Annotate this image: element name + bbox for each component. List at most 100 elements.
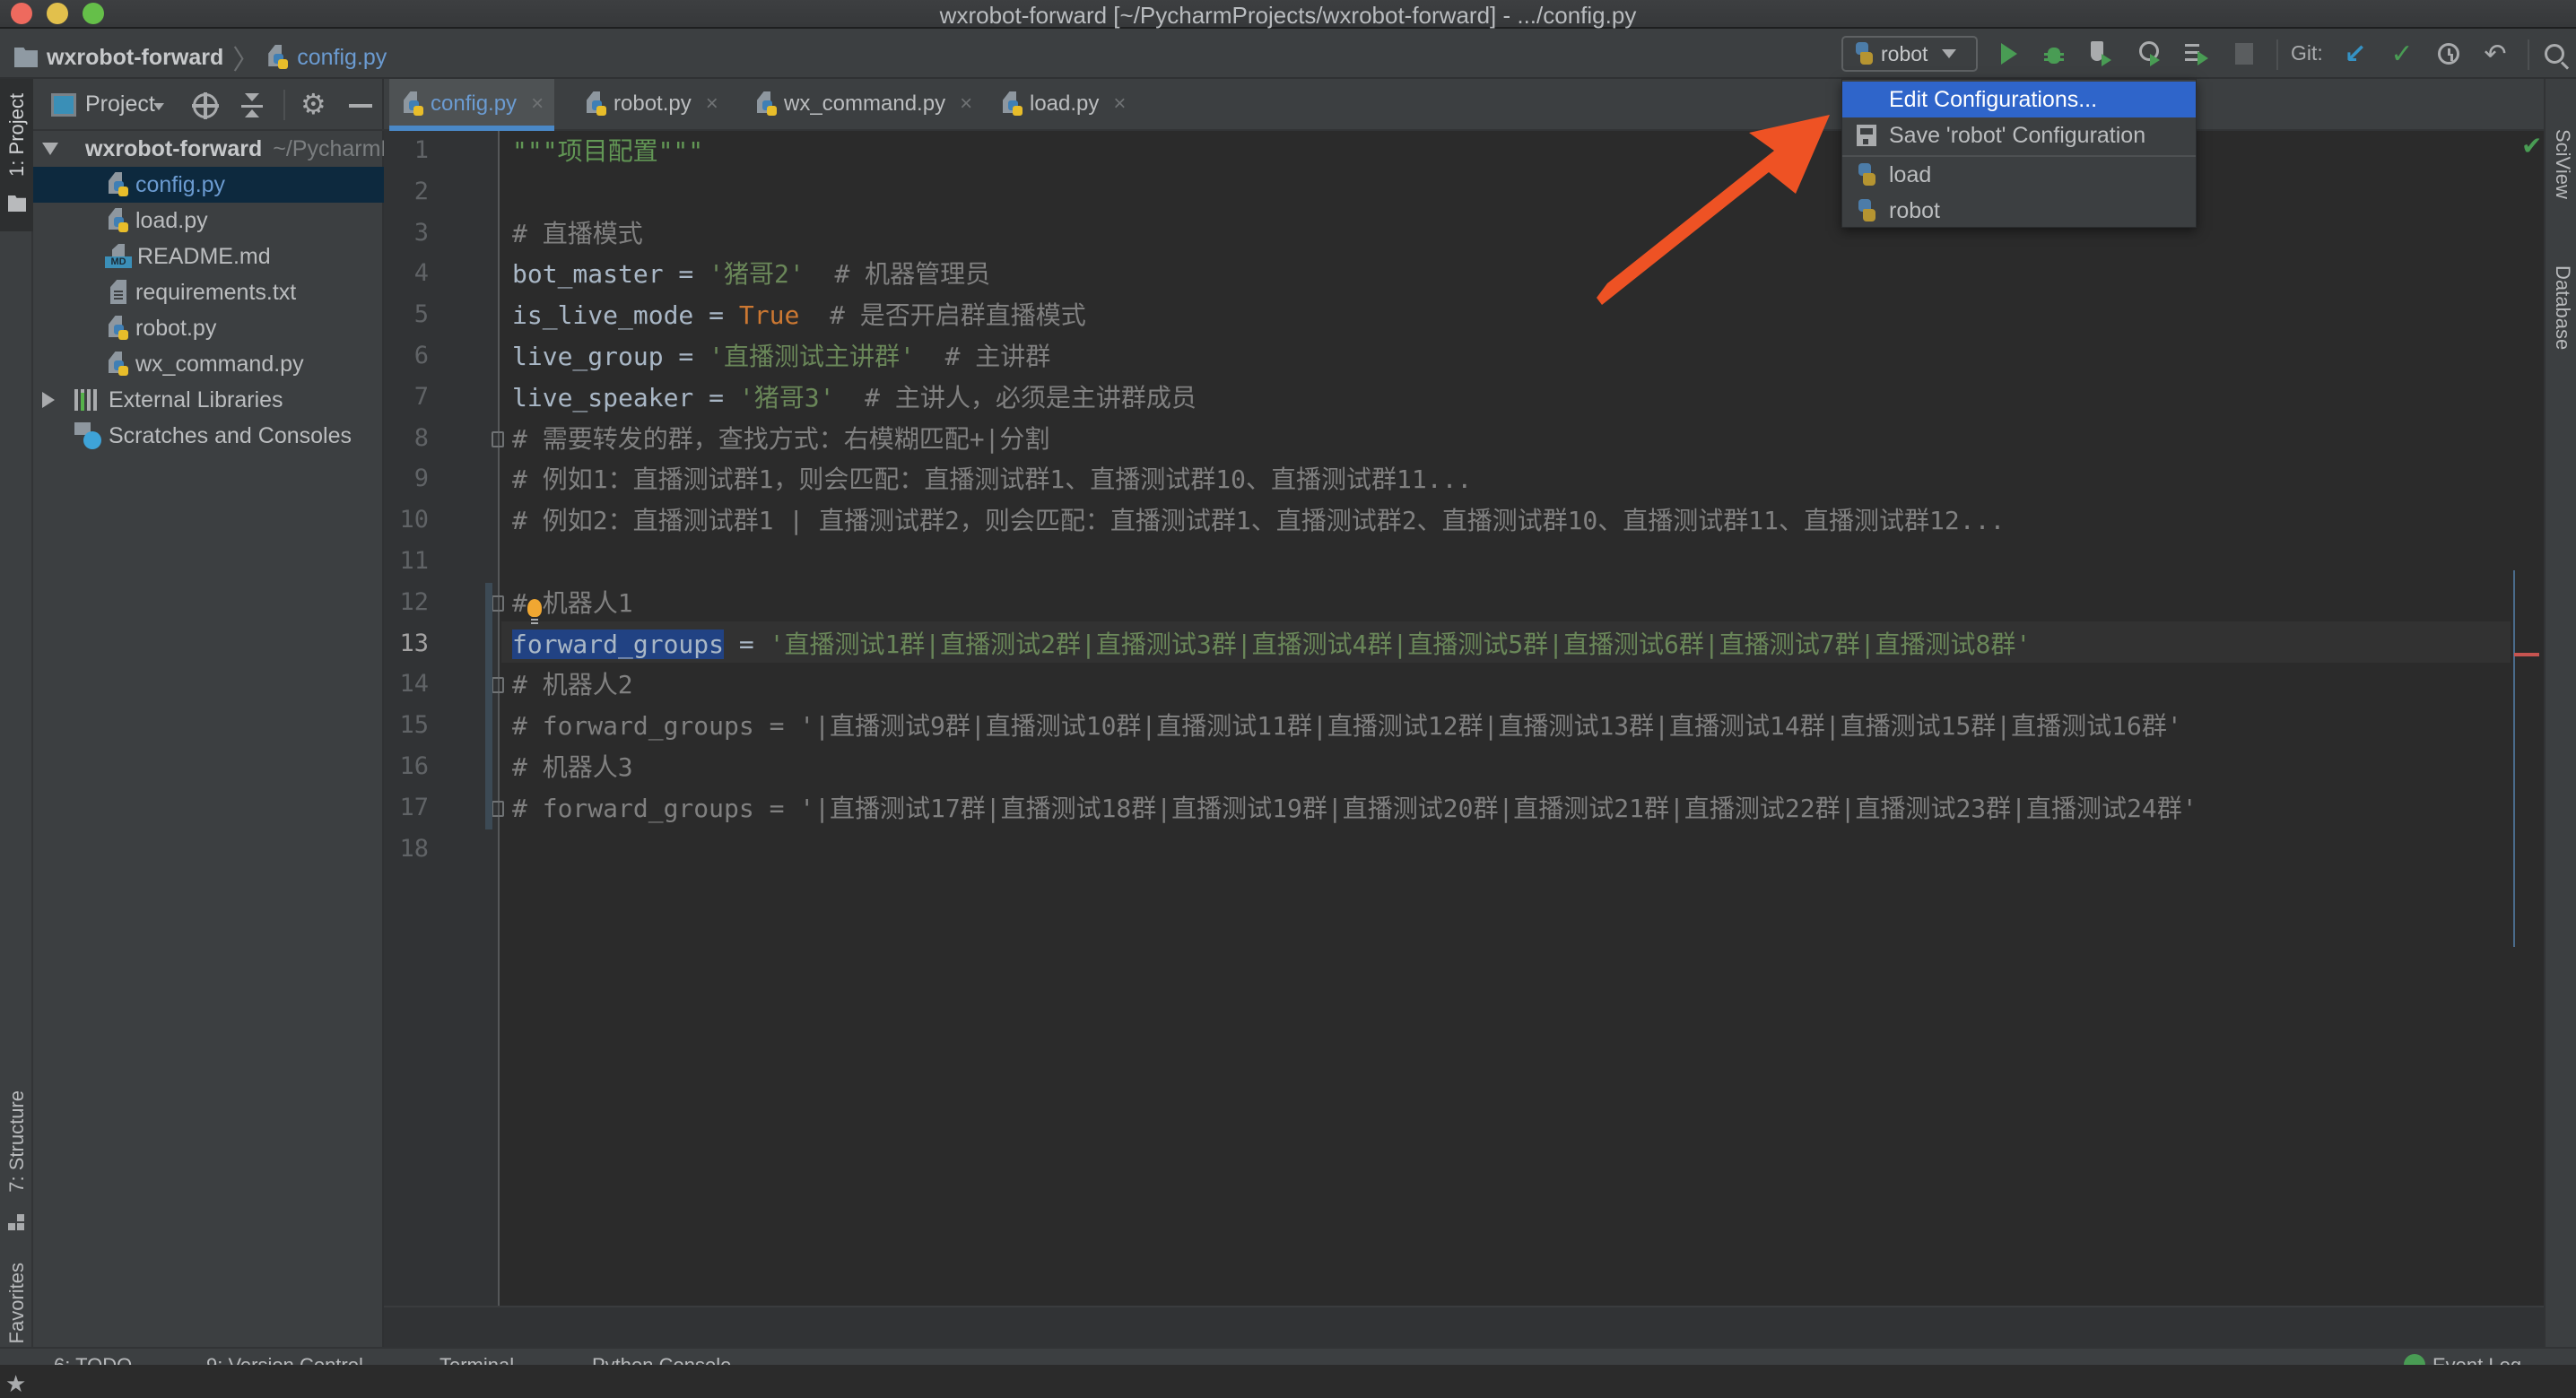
code-line[interactable]: # 机器人3	[512, 747, 633, 788]
inspection-ok-icon[interactable]: ✔	[2521, 131, 2542, 161]
tab-config-py[interactable]: config.py ×	[389, 79, 555, 131]
code-line[interactable]: """项目配置"""	[512, 131, 703, 172]
close-icon[interactable]: ×	[960, 91, 972, 117]
fold-marker-icon[interactable]	[492, 677, 504, 694]
concurrency-diagram-button[interactable]	[2181, 38, 2214, 70]
code-line[interactable]: # 例如2：直播测试群1 | 直播测试群2，则会匹配：直播测试群1、直播测试群2…	[512, 500, 2005, 542]
tree-item-requirements-txt[interactable]: requirements.txt	[33, 274, 384, 310]
code-line[interactable]: live_speaker = '猪哥3' # 主讲人，必须是主讲群成员	[512, 378, 1197, 419]
code-line[interactable]: bot_master = '猪哥2' # 机器管理员	[512, 254, 990, 295]
tool-window-python-console-button[interactable]: Python Console	[592, 1354, 731, 1365]
fold-marker-icon[interactable]	[492, 430, 504, 447]
tool-window-project-button[interactable]: 1: Project	[0, 79, 33, 231]
run-configuration-selector[interactable]: robot	[1841, 36, 1978, 72]
vcs-update-button[interactable]: ↙	[2339, 38, 2371, 70]
code-line[interactable]: # forward_groups = '|直播测试9群|直播测试10群|直播测试…	[512, 706, 2182, 747]
toolbar-separator	[2276, 39, 2278, 70]
run-configuration-label: robot	[1881, 41, 1928, 65]
code-line[interactable]: # forward_groups = '|直播测试17群|直播测试18群|直播测…	[512, 788, 2197, 829]
close-icon[interactable]: ×	[1113, 91, 1126, 117]
tree-item-scratches[interactable]: Scratches and Consoles	[33, 418, 384, 454]
code-comment: # 例如2：直播测试群1 | 直播测试群2，则会匹配：直播测试群1、直播测试群2…	[512, 506, 2006, 536]
tool-window-todo-button[interactable]: 6: TODO	[54, 1354, 132, 1365]
tree-item-readme-md[interactable]: README.md	[33, 239, 384, 274]
code-line[interactable]: # 需要转发的群，查找方式：右模糊匹配+|分割	[512, 419, 1049, 460]
code-operator: =	[693, 382, 739, 412]
tree-item-robot-py[interactable]: robot.py	[33, 310, 384, 346]
tool-window-database-button[interactable]: Database	[2551, 265, 2574, 350]
rollback-button[interactable]: ↶	[2479, 38, 2511, 70]
code-line[interactable]: live_group = '直播测试主讲群' # 主讲群	[512, 336, 1050, 378]
tool-window-terminal-button[interactable]: Terminal	[439, 1354, 514, 1365]
left-tool-stripe: 1: Project 7: Structure 2: Favorites ★	[0, 79, 33, 1397]
line-number: 5	[413, 300, 429, 329]
code-line[interactable]: # 直播模式	[512, 213, 643, 255]
line-number: 1	[413, 136, 429, 164]
menu-item-save-configuration[interactable]: Save 'robot' Configuration	[1842, 117, 2196, 153]
hide-panel-icon[interactable]	[349, 104, 372, 108]
code-line[interactable]: is_live_mode = True # 是否开启群直播模式	[512, 295, 1086, 336]
tree-item-label: README.md	[137, 243, 271, 269]
line-number: 8	[413, 423, 429, 452]
code-line[interactable]: forward_groups = '直播测试1群|直播测试2群|直播测试3群|直…	[512, 624, 2031, 665]
expand-arrow-icon[interactable]	[42, 143, 58, 155]
tool-window-structure-button[interactable]: 7: Structure	[5, 1090, 29, 1193]
tab-robot-py[interactable]: robot.py ×	[572, 79, 729, 129]
run-with-coverage-button[interactable]	[2086, 38, 2119, 70]
tab-load-py[interactable]: load.py ×	[988, 79, 1136, 129]
code-docstring: """项目配置"""	[512, 136, 704, 166]
debug-button[interactable]	[2038, 38, 2070, 70]
menu-item-robot[interactable]: robot	[1842, 193, 2196, 229]
code-line[interactable]: # 例如1：直播测试群1，则会匹配：直播测试群1、直播测试群10、直播测试群11…	[512, 459, 1472, 500]
tool-window-sciview-button[interactable]: SciView	[2551, 129, 2574, 199]
debug-icon	[2044, 42, 2064, 65]
locate-file-icon[interactable]	[192, 92, 219, 119]
structure-icon	[8, 1216, 24, 1232]
stop-button[interactable]	[2228, 38, 2260, 70]
project-view-label: Project	[85, 91, 155, 117]
scratches-icon	[74, 422, 101, 449]
python-file-icon	[587, 91, 606, 117]
gear-icon[interactable]: ⚙	[300, 88, 326, 120]
vcs-commit-button[interactable]: ✓	[2386, 38, 2418, 70]
event-log-button[interactable]: Event Log	[2404, 1354, 2521, 1365]
menu-item-edit-configurations[interactable]: Edit Configurations...	[1842, 82, 2196, 117]
code-editor[interactable]: ✔ """项目配置""" # 直播模式 bot_master = '猪哥2' # 机…	[485, 131, 2544, 1306]
code-line[interactable]: # 机器人2	[512, 664, 633, 706]
line-number: 2	[413, 177, 429, 205]
tab-wx-command-py[interactable]: wx_command.py ×	[743, 79, 983, 129]
tool-window-version-control-button[interactable]: 9: Version Control	[206, 1354, 363, 1365]
tree-item-external-libraries[interactable]: External Libraries	[33, 382, 384, 418]
code-comment: # 是否开启群直播模式	[799, 300, 1086, 331]
rollback-icon: ↶	[2484, 39, 2507, 69]
event-log-label: Event Log	[2432, 1354, 2521, 1365]
code-operator: =	[724, 629, 770, 659]
tab-label: config.py	[431, 91, 518, 116]
text-file-icon	[109, 280, 128, 305]
profile-button[interactable]	[2135, 38, 2167, 70]
tree-item-label: wx_command.py	[135, 351, 304, 377]
line-number: 6	[413, 342, 429, 369]
close-icon[interactable]: ×	[706, 91, 718, 117]
python-icon	[1857, 163, 1876, 187]
run-button[interactable]	[1993, 38, 2025, 70]
code-line[interactable]: # 机器人1	[512, 583, 633, 624]
menu-item-label: load	[1889, 161, 1932, 187]
line-number: 3	[413, 218, 429, 247]
tree-item-wx-command-py[interactable]: wx_command.py	[33, 346, 384, 382]
fold-marker-icon[interactable]	[492, 595, 504, 612]
breadcrumb-project[interactable]: wxrobot-forward	[47, 45, 223, 71]
expand-arrow-icon[interactable]	[42, 392, 55, 408]
menu-item-load[interactable]: load	[1842, 157, 2196, 193]
vcs-change-marker[interactable]	[485, 582, 492, 829]
fold-marker-icon[interactable]	[492, 800, 504, 817]
error-stripe-marker[interactable]	[2514, 653, 2539, 656]
tree-item-project-root[interactable]: wxrobot-forward ~/PycharmProjects/wxrobo…	[33, 131, 384, 167]
breadcrumb-file[interactable]: config.py	[297, 45, 387, 71]
tree-item-config-py[interactable]: config.py	[33, 167, 384, 203]
close-icon[interactable]: ×	[531, 91, 544, 117]
project-view-selector[interactable]: Project	[85, 91, 164, 117]
search-everywhere-button[interactable]	[2538, 38, 2571, 70]
tree-item-load-py[interactable]: load.py	[33, 203, 384, 239]
vcs-history-button[interactable]	[2432, 38, 2465, 70]
